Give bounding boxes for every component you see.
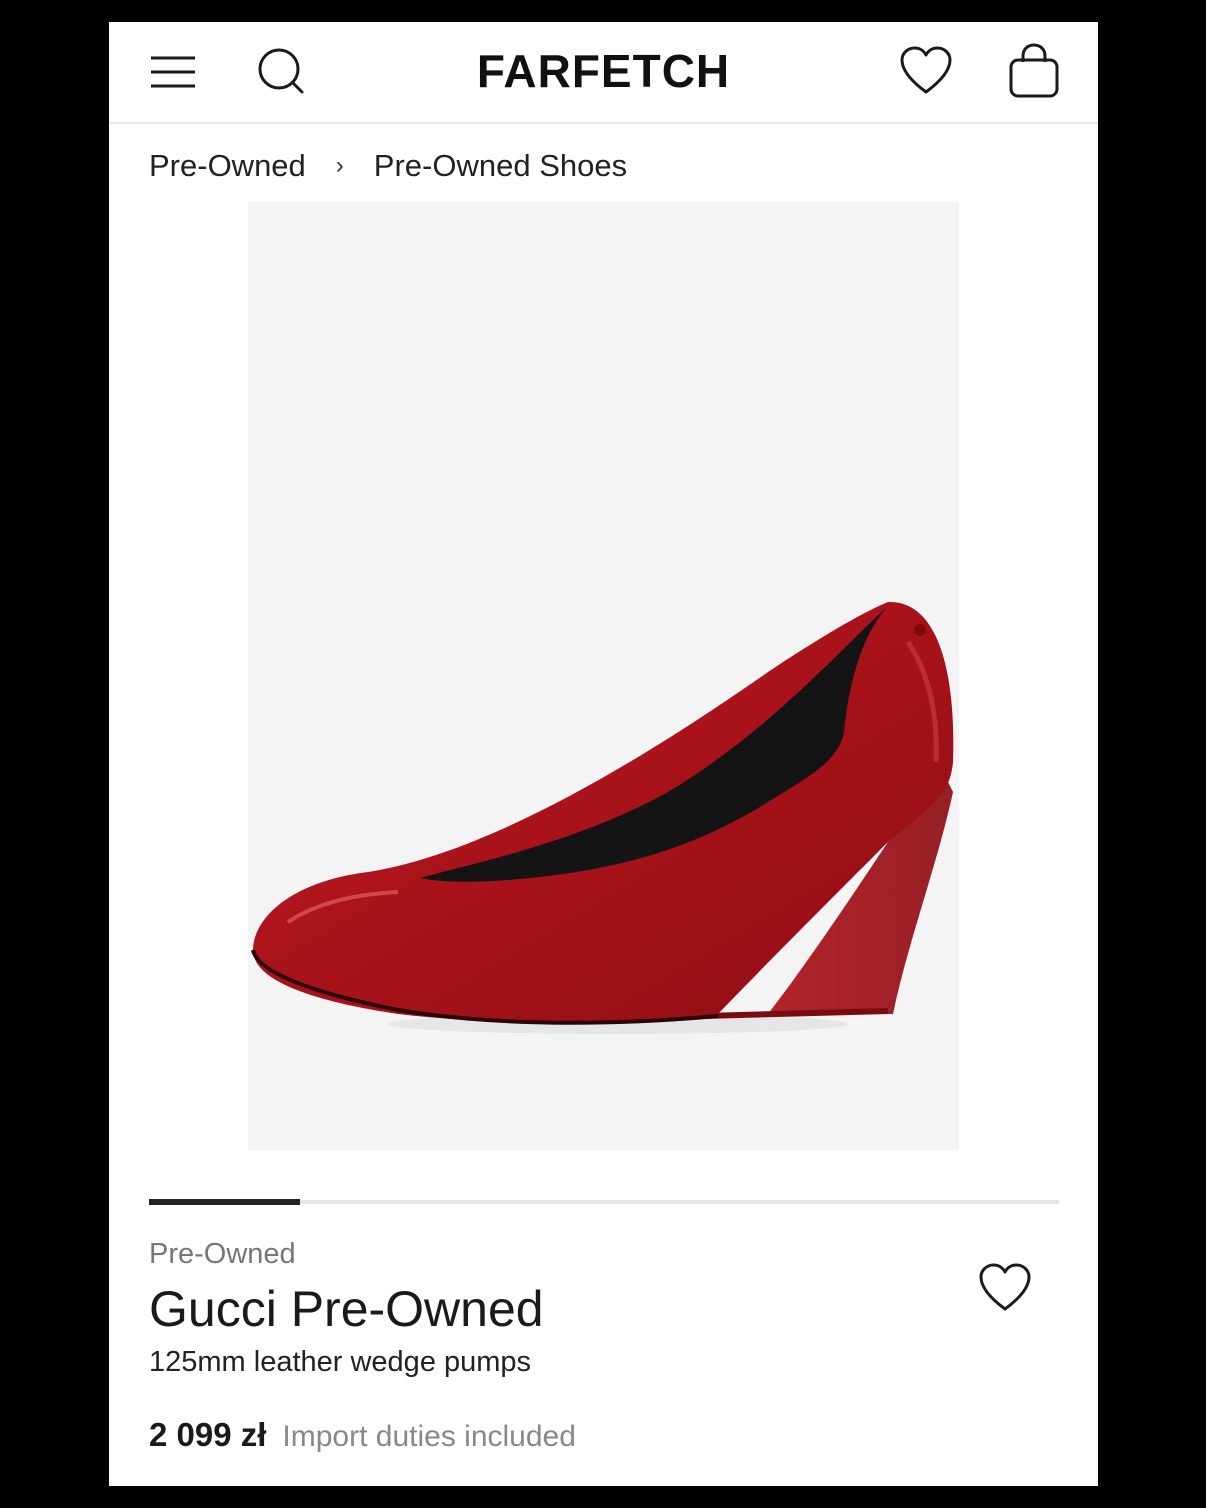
gallery-progress-bar[interactable] <box>149 1199 1059 1205</box>
top-navigation-bar: FARFETCH <box>109 22 1098 124</box>
product-page: FARFETCH Pre-Owned › Pre-Owned Shoes Pre… <box>109 22 1098 1486</box>
product-condition: Pre-Owned <box>149 1238 296 1270</box>
wishlist-heart-icon[interactable] <box>899 46 953 96</box>
product-price: 2 099 zł <box>149 1416 267 1453</box>
product-brand[interactable]: Gucci Pre-Owned <box>149 1280 544 1338</box>
product-image[interactable] <box>248 202 959 1150</box>
shopping-bag-icon[interactable] <box>1007 42 1061 100</box>
add-to-wishlist-heart-icon[interactable] <box>977 1262 1033 1314</box>
breadcrumb: Pre-Owned › Pre-Owned Shoes <box>149 146 627 186</box>
import-duties-note: Import duties included <box>282 1420 576 1453</box>
breadcrumb-separator-icon: › <box>335 152 344 179</box>
breadcrumb-item-pre-owned-shoes[interactable]: Pre-Owned Shoes <box>374 148 627 184</box>
breadcrumb-item-pre-owned[interactable]: Pre-Owned <box>149 148 306 184</box>
gallery-progress-indicator <box>149 1199 301 1205</box>
product-description: 125mm leather wedge pumps <box>149 1346 532 1378</box>
price-row: 2 099 zł Import duties included <box>149 1416 576 1454</box>
